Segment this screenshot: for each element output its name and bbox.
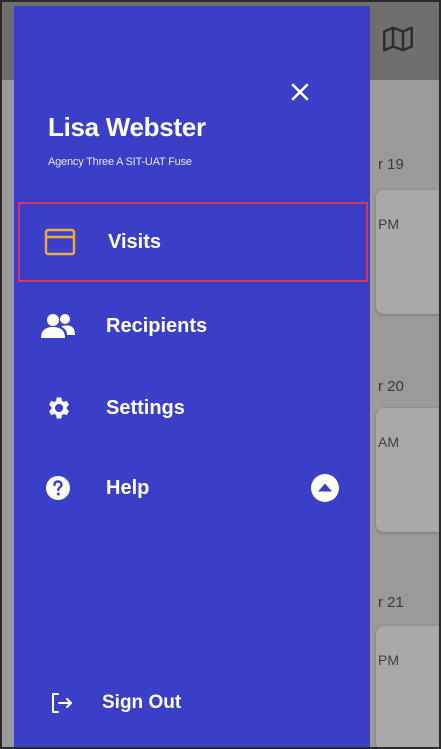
nav-item-visits[interactable]: Visits xyxy=(18,202,368,282)
nav-label-help: Help xyxy=(106,476,150,499)
background-visit-card[interactable] xyxy=(376,626,439,747)
user-name: Lisa Webster xyxy=(48,112,206,142)
background-time: PM xyxy=(378,216,399,232)
sign-out-icon xyxy=(48,689,76,717)
background-visit-card[interactable] xyxy=(376,408,439,532)
close-button[interactable] xyxy=(284,76,316,108)
background-visit-card[interactable] xyxy=(376,190,439,314)
nav-item-settings[interactable]: Settings xyxy=(18,368,368,448)
background-time: PM xyxy=(378,652,399,668)
nav-label-settings: Settings xyxy=(106,396,185,419)
nav-label-recipients: Recipients xyxy=(106,314,208,337)
sign-out-label: Sign Out xyxy=(102,692,182,713)
close-icon xyxy=(291,83,309,101)
user-agency: Agency Three A SIT-UAT Fuse xyxy=(48,156,192,168)
chevron-up-icon[interactable] xyxy=(308,471,342,505)
help-icon xyxy=(40,470,76,506)
people-icon xyxy=(40,308,76,344)
sign-out-button[interactable]: Sign Out xyxy=(18,678,278,728)
map-icon[interactable] xyxy=(383,24,413,54)
nav-label-visits: Visits xyxy=(108,230,161,253)
background-date: r 20 xyxy=(378,378,404,395)
screen: r 19 PM r 20 AM r 21 PM Lisa Webster Age… xyxy=(0,0,441,749)
nav-item-recipients[interactable]: Recipients xyxy=(18,286,368,366)
calendar-icon xyxy=(42,224,78,260)
background-date: r 21 xyxy=(378,594,404,611)
nav-item-help[interactable]: Help xyxy=(18,448,368,528)
background-date: r 19 xyxy=(378,156,404,173)
navigation-drawer: Lisa Webster Agency Three A SIT-UAT Fuse… xyxy=(14,6,370,747)
gear-icon xyxy=(40,390,76,426)
background-time: AM xyxy=(378,434,399,450)
